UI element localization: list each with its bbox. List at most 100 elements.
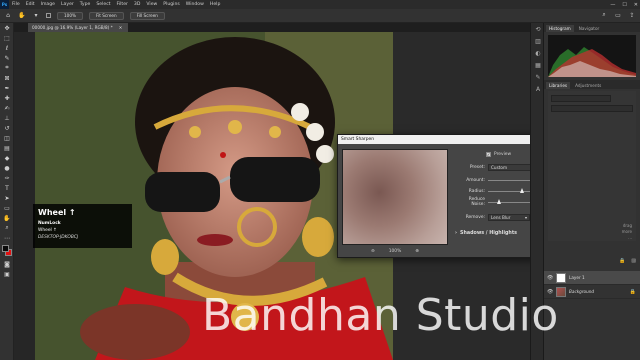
fill-icon[interactable]: ▨ bbox=[631, 258, 636, 264]
quick-mask-icon[interactable]: ◙ bbox=[0, 259, 14, 269]
path-select-tool-icon[interactable]: ➤ bbox=[0, 193, 14, 203]
zoom-100-button[interactable]: 100% bbox=[57, 11, 83, 20]
menu-help[interactable]: Help bbox=[207, 2, 223, 7]
key-overlay-machine: DESKTOP-JDKOBCJ bbox=[38, 235, 79, 240]
menu-file[interactable]: File bbox=[9, 2, 23, 7]
visibility-eye-icon[interactable]: 👁 bbox=[547, 275, 553, 281]
menu-image[interactable]: Image bbox=[38, 2, 58, 7]
window-controls: — ☐ ✕ bbox=[610, 0, 638, 9]
menu-layer[interactable]: Layer bbox=[58, 2, 77, 7]
menu-window[interactable]: Window bbox=[183, 2, 207, 7]
rectangle-tool-icon[interactable]: ▭ bbox=[0, 203, 14, 213]
more-tools-icon[interactable]: ⋯ bbox=[0, 233, 14, 243]
fit-screen-button[interactable]: Fit Screen bbox=[88, 11, 124, 20]
clone-stamp-tool-icon[interactable]: ⊥ bbox=[0, 113, 14, 123]
radius-slider-thumb[interactable] bbox=[519, 188, 524, 193]
options-bar: ⌂ ✋ ▾ 100% Fit Screen Fill Screen ⌕ ▭ ⇪ bbox=[0, 9, 640, 23]
history-icon[interactable]: ⟲ bbox=[531, 23, 545, 35]
scroll-all-windows-checkbox[interactable] bbox=[46, 13, 51, 18]
library-search-input[interactable] bbox=[551, 105, 633, 112]
brush-settings-icon[interactable]: ✎ bbox=[531, 71, 545, 83]
share-icon[interactable]: ⇪ bbox=[628, 11, 636, 19]
color-swatches[interactable] bbox=[0, 243, 14, 259]
layer-name[interactable]: Background bbox=[569, 289, 594, 294]
layer-row[interactable]: 👁 Layer 1 bbox=[544, 271, 640, 285]
key-overlay: Wheel ↑ NumLock Wheel ↑ DESKTOP-JDKOBCJ bbox=[33, 204, 132, 248]
preview-checkbox[interactable]: ✓ Preview bbox=[486, 152, 511, 157]
foreground-color-swatch[interactable] bbox=[2, 245, 9, 252]
home-icon[interactable]: ⌂ bbox=[4, 12, 12, 20]
healing-brush-tool-icon[interactable]: ✚ bbox=[0, 93, 14, 103]
zoom-out-icon[interactable]: ⊖ bbox=[371, 249, 375, 254]
lock-icon[interactable]: 🔒 bbox=[619, 258, 625, 264]
quick-select-tool-icon[interactable]: ✎ bbox=[0, 53, 14, 63]
library-dropdown[interactable] bbox=[551, 95, 611, 102]
layers-toolbar: 🔒 ▨ bbox=[544, 251, 640, 271]
gradient-tool-icon[interactable]: ▤ bbox=[0, 143, 14, 153]
workspace-icon[interactable]: ▭ bbox=[614, 11, 622, 19]
lasso-tool-icon[interactable]: ℓ bbox=[0, 43, 14, 53]
close-icon[interactable]: ✕ bbox=[634, 2, 638, 8]
dialog-preview-image[interactable] bbox=[342, 149, 448, 245]
marquee-tool-icon[interactable]: ⬚ bbox=[0, 33, 14, 43]
type-tool-icon[interactable]: T bbox=[0, 183, 14, 193]
screen-mode-icon[interactable]: ▣ bbox=[0, 269, 14, 279]
dodge-tool-icon[interactable]: ● bbox=[0, 163, 14, 173]
maximize-icon[interactable]: ☐ bbox=[622, 2, 626, 8]
libraries-body: drag more... bbox=[548, 91, 636, 241]
layer-name[interactable]: Layer 1 bbox=[569, 275, 585, 280]
key-overlay-line: NumLock bbox=[38, 221, 61, 226]
remove-select[interactable]: Lens Blur ▾ bbox=[488, 213, 530, 221]
zoom-in-icon[interactable]: ⊕ bbox=[415, 249, 419, 254]
document-tab[interactable]: 00000.jpg @ 16.9% (Layer 1, RGB/8) * ✕ bbox=[28, 23, 128, 32]
library-hint-text: drag more... bbox=[621, 223, 632, 240]
reduce-noise-slider-thumb[interactable] bbox=[496, 199, 501, 204]
menu-select[interactable]: Select bbox=[93, 2, 113, 7]
tab-navigator[interactable]: Navigator bbox=[576, 25, 603, 32]
histogram-graph bbox=[548, 35, 636, 77]
tab-histogram[interactable]: Histogram bbox=[546, 25, 574, 32]
eraser-tool-icon[interactable]: ◫ bbox=[0, 133, 14, 143]
menu-type[interactable]: Type bbox=[77, 2, 94, 7]
menu-3d[interactable]: 3D bbox=[131, 2, 143, 7]
radius-label: Radius: bbox=[468, 188, 485, 194]
blur-tool-icon[interactable]: ◆ bbox=[0, 153, 14, 163]
minimize-icon[interactable]: — bbox=[610, 2, 615, 8]
histogram-tabs: Histogram Navigator bbox=[544, 23, 640, 32]
chevron-down-icon[interactable]: ▾ bbox=[32, 12, 40, 20]
hand-tool-icon[interactable]: ✋ bbox=[0, 213, 14, 223]
eyedropper-tool-icon[interactable]: ✒ bbox=[0, 83, 14, 93]
document-tab-title: 00000.jpg @ 16.9% (Layer 1, RGB/8) * bbox=[32, 25, 113, 30]
brush-tool-icon[interactable]: ✍ bbox=[0, 103, 14, 113]
chevron-down-icon: ▾ bbox=[524, 214, 527, 220]
watermark-text: Bandhan Studio bbox=[202, 290, 559, 341]
color-icon[interactable]: ◐ bbox=[531, 47, 545, 59]
close-tab-icon[interactable]: ✕ bbox=[119, 25, 123, 30]
menu-plugins[interactable]: Plugins bbox=[160, 2, 182, 7]
history-brush-tool-icon[interactable]: ↺ bbox=[0, 123, 14, 133]
menu-edit[interactable]: Edit bbox=[23, 2, 38, 7]
swatches-icon[interactable]: ▦ bbox=[531, 59, 545, 71]
fill-screen-button[interactable]: Fill Screen bbox=[129, 11, 165, 20]
crop-tool-icon[interactable]: ⌗ bbox=[0, 63, 14, 73]
remove-label: Remove: bbox=[465, 214, 485, 220]
preset-label: Preset: bbox=[469, 164, 485, 170]
frame-tool-icon[interactable]: ⊠ bbox=[0, 73, 14, 83]
tab-libraries[interactable]: Libraries bbox=[546, 82, 571, 89]
properties-icon[interactable]: ▥ bbox=[531, 35, 545, 47]
shadows-highlights-toggle[interactable]: › Shadows / Highlights bbox=[455, 231, 517, 236]
move-tool-icon[interactable]: ✥ bbox=[0, 23, 14, 33]
reduce-noise-label: Reduce Noise: bbox=[468, 197, 485, 207]
pen-tool-icon[interactable]: ✑ bbox=[0, 173, 14, 183]
dialog-title: Smart Sharpen bbox=[341, 137, 375, 142]
layer-thumbnail bbox=[556, 272, 566, 283]
menu-bar: Ps File Edit Image Layer Type Select Fil… bbox=[0, 0, 640, 9]
menu-filter[interactable]: Filter bbox=[114, 2, 131, 7]
menu-view[interactable]: View bbox=[143, 2, 160, 7]
character-icon[interactable]: A bbox=[531, 83, 545, 95]
zoom-tool-icon[interactable]: ⌕ bbox=[0, 223, 14, 233]
tab-adjustments[interactable]: Adjustments bbox=[572, 82, 604, 89]
search-icon[interactable]: ⌕ bbox=[600, 11, 608, 19]
preview-check-icon[interactable]: ✓ bbox=[486, 152, 491, 157]
hand-tool-icon[interactable]: ✋ bbox=[18, 12, 26, 20]
